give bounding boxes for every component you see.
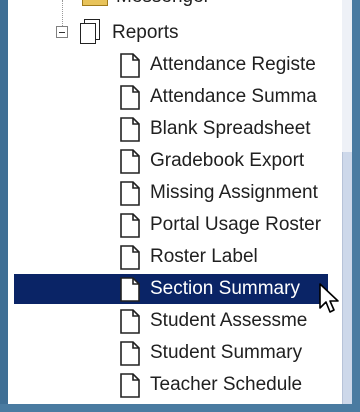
tree-item-label: Missing Assignment (150, 182, 318, 203)
tree-item-label: Gradebook Export (150, 150, 305, 171)
tree-item-report[interactable]: Student Summary (110, 338, 342, 368)
tree-item-report[interactable]: Teacher Schedule (110, 370, 342, 400)
tree-item-label: Portal Usage Roster (150, 214, 322, 235)
tree-item-report[interactable]: Attendance Registe (110, 50, 342, 80)
tree-item-report[interactable]: Portal Usage Roster (110, 210, 342, 240)
window-frame-right (352, 0, 360, 412)
tree-item-label: Student Summary (150, 342, 303, 363)
tree-item-label: Roster Label (150, 246, 258, 267)
tree-item-report[interactable]: Attendance Summa (110, 82, 342, 112)
tree-connector-line (62, 0, 63, 26)
report-document-icon (120, 373, 140, 404)
tree-folder-label: Reports (112, 22, 179, 43)
mouse-pointer-icon (319, 283, 339, 313)
tree-folder-reports[interactable]: Reports (78, 18, 278, 48)
tree-item-report[interactable]: Blank Spreadsheet (110, 114, 342, 144)
collapse-toggle-icon[interactable] (56, 26, 68, 38)
tree-item-label: Blank Spreadsheet (150, 118, 311, 139)
tree-item-label: Student Assessme (150, 310, 308, 331)
scrollbar-thumb[interactable] (342, 152, 352, 404)
tree-item-label: Teacher Schedule (150, 374, 303, 395)
tree-item-label: Attendance Registe (150, 54, 316, 75)
tree-item-report[interactable]: Roster Label (110, 242, 342, 272)
folder-icon (82, 0, 108, 6)
tree-item-label: Section Summary (150, 278, 300, 299)
tree-item-report[interactable]: Section Summary (14, 274, 328, 304)
tree-item-report[interactable]: Missing Assignment (110, 178, 342, 208)
tree-item-messenger[interactable]: Messenger (116, 0, 210, 8)
tree-item-report[interactable]: Gradebook Export (110, 146, 342, 176)
window-frame-bottom (0, 404, 360, 412)
tree-item-report[interactable]: Student Assessme (110, 306, 342, 336)
tree-item-label: Attendance Summa (150, 86, 317, 107)
window-frame-left (0, 0, 8, 412)
report-tree-panel: Messenger Reports Attendance Registe Atte… (8, 0, 352, 404)
